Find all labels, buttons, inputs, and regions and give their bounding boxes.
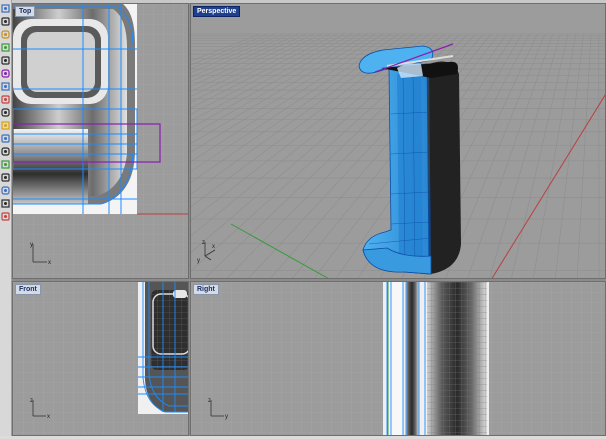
curve-tool-icon[interactable] xyxy=(1,56,10,65)
arc-tool-icon[interactable] xyxy=(1,69,10,78)
right-axis-z-label: z xyxy=(208,398,211,404)
perspective-viewport-canvas[interactable]: z x y xyxy=(191,4,606,279)
right-viewport[interactable]: Right z y xyxy=(190,281,606,436)
top-viewport[interactable]: Top y x xyxy=(12,3,189,279)
top-axis-y-label: y xyxy=(30,242,33,248)
fillet-tool-icon[interactable] xyxy=(1,160,10,169)
select-tool-icon[interactable] xyxy=(1,4,10,13)
top-axis-x-label: x xyxy=(48,260,51,266)
offset-tool-icon[interactable] xyxy=(1,173,10,182)
perspective-viewport-label[interactable]: Perspective xyxy=(193,6,241,17)
top-viewport-label[interactable]: Top xyxy=(15,6,36,17)
circle-tool-icon[interactable] xyxy=(1,30,10,39)
lightning-tool-icon[interactable] xyxy=(1,121,10,130)
render-tool-icon[interactable] xyxy=(1,212,10,221)
top-viewport-canvas[interactable]: y x xyxy=(13,4,189,279)
solid-tool-icon[interactable] xyxy=(1,95,10,104)
left-toolbar xyxy=(0,0,12,439)
front-viewport-label[interactable]: Front xyxy=(15,284,41,295)
persp-axis-x-label: x xyxy=(212,244,215,250)
right-viewport-canvas[interactable]: z y xyxy=(191,282,606,436)
perspective-viewport[interactable]: Perspective z x y xyxy=(190,3,606,279)
rectangle-tool-icon[interactable] xyxy=(1,43,10,52)
boolean-tool-icon[interactable] xyxy=(1,134,10,143)
array-tool-icon[interactable] xyxy=(1,186,10,195)
join-tool-icon[interactable] xyxy=(1,147,10,156)
dimension-tool-icon[interactable] xyxy=(1,199,10,208)
front-axis-x-label: x xyxy=(47,414,50,420)
right-viewport-label[interactable]: Right xyxy=(193,284,219,295)
persp-axis-y-label: y xyxy=(197,258,200,264)
transform-tool-icon[interactable] xyxy=(1,108,10,117)
front-viewport-canvas[interactable]: z x xyxy=(13,282,189,436)
surface-tool-icon[interactable] xyxy=(1,82,10,91)
front-viewport[interactable]: Front z x xyxy=(12,281,189,436)
front-axis-z-label: z xyxy=(30,398,33,404)
right-axis-y-label: y xyxy=(225,414,228,420)
point-tool-icon[interactable] xyxy=(1,17,10,26)
persp-axis-z-label: z xyxy=(202,240,205,246)
